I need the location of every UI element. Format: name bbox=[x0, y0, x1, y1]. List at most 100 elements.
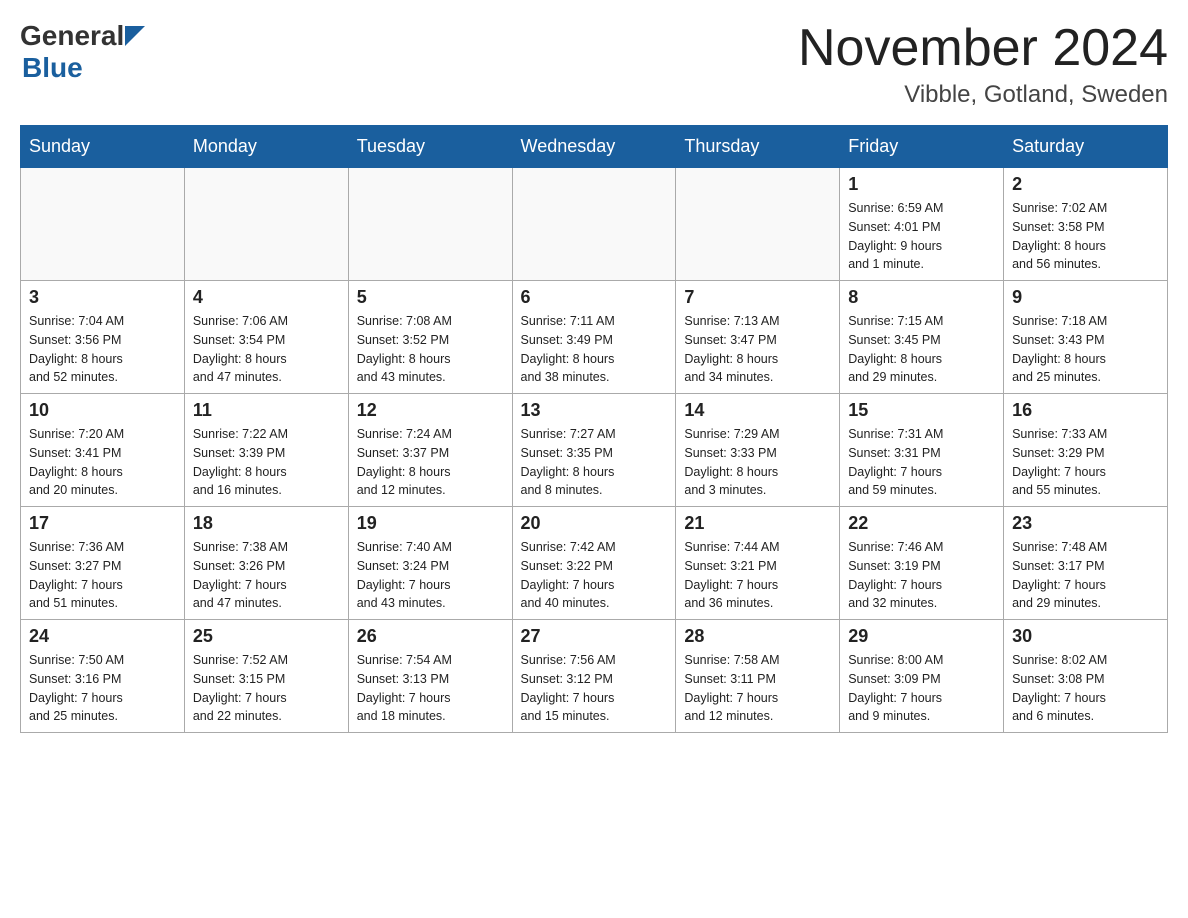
day-number: 13 bbox=[521, 400, 668, 421]
calendar-day-cell: 24 Sunrise: 7:50 AMSunset: 3:16 PMDayligh… bbox=[21, 620, 185, 733]
day-info: Sunrise: 7:08 AMSunset: 3:52 PMDaylight:… bbox=[357, 312, 504, 387]
day-of-week-header: Wednesday bbox=[512, 126, 676, 168]
day-number: 15 bbox=[848, 400, 995, 421]
calendar-day-cell: 14 Sunrise: 7:29 AMSunset: 3:33 PMDayligh… bbox=[676, 394, 840, 507]
calendar-day-cell: 2 Sunrise: 7:02 AMSunset: 3:58 PMDaylight… bbox=[1004, 168, 1168, 281]
location-subtitle: Vibble, Gotland, Sweden bbox=[798, 81, 1168, 109]
day-info: Sunrise: 7:22 AMSunset: 3:39 PMDaylight:… bbox=[193, 425, 340, 500]
calendar-day-cell bbox=[184, 168, 348, 281]
day-of-week-header: Friday bbox=[840, 126, 1004, 168]
day-info: Sunrise: 7:06 AMSunset: 3:54 PMDaylight:… bbox=[193, 312, 340, 387]
day-number: 10 bbox=[29, 400, 176, 421]
day-number: 28 bbox=[684, 626, 831, 647]
logo: General bbox=[20, 20, 146, 52]
day-number: 23 bbox=[1012, 513, 1159, 534]
calendar-day-cell: 25 Sunrise: 7:52 AMSunset: 3:15 PMDayligh… bbox=[184, 620, 348, 733]
day-info: Sunrise: 7:04 AMSunset: 3:56 PMDaylight:… bbox=[29, 312, 176, 387]
calendar-day-cell: 18 Sunrise: 7:38 AMSunset: 3:26 PMDayligh… bbox=[184, 507, 348, 620]
calendar-day-cell bbox=[512, 168, 676, 281]
day-number: 1 bbox=[848, 174, 995, 195]
day-of-week-header: Tuesday bbox=[348, 126, 512, 168]
day-number: 18 bbox=[193, 513, 340, 534]
day-of-week-header: Monday bbox=[184, 126, 348, 168]
calendar-day-cell: 4 Sunrise: 7:06 AMSunset: 3:54 PMDaylight… bbox=[184, 281, 348, 394]
day-number: 6 bbox=[521, 287, 668, 308]
day-info: Sunrise: 7:52 AMSunset: 3:15 PMDaylight:… bbox=[193, 651, 340, 726]
calendar-week-row: 1Sunrise: 6:59 AMSunset: 4:01 PMDaylight… bbox=[21, 168, 1168, 281]
day-info: Sunrise: 7:20 AMSunset: 3:41 PMDaylight:… bbox=[29, 425, 176, 500]
calendar-day-cell: 13Sunrise: 7:27 AMSunset: 3:35 PMDayligh… bbox=[512, 394, 676, 507]
calendar-day-cell: 15Sunrise: 7:31 AMSunset: 3:31 PMDayligh… bbox=[840, 394, 1004, 507]
day-info: Sunrise: 7:40 AMSunset: 3:24 PMDaylight:… bbox=[357, 538, 504, 613]
calendar-day-cell bbox=[21, 168, 185, 281]
day-info: Sunrise: 7:18 AMSunset: 3:43 PMDaylight:… bbox=[1012, 312, 1159, 387]
calendar-day-cell: 9Sunrise: 7:18 AMSunset: 3:43 PMDaylight… bbox=[1004, 281, 1168, 394]
title-area: November 2024 Vibble, Gotland, Sweden bbox=[798, 20, 1168, 109]
logo-blue-text: Blue bbox=[22, 52, 83, 83]
calendar-day-cell: 3 Sunrise: 7:04 AMSunset: 3:56 PMDaylight… bbox=[21, 281, 185, 394]
day-number: 5 bbox=[357, 287, 504, 308]
day-number: 30 bbox=[1012, 626, 1159, 647]
calendar-day-cell: 22 Sunrise: 7:46 AMSunset: 3:19 PMDayligh… bbox=[840, 507, 1004, 620]
calendar-day-cell: 5 Sunrise: 7:08 AMSunset: 3:52 PMDaylight… bbox=[348, 281, 512, 394]
day-info: Sunrise: 7:50 AMSunset: 3:16 PMDaylight:… bbox=[29, 651, 176, 726]
calendar-week-row: 24 Sunrise: 7:50 AMSunset: 3:16 PMDayligh… bbox=[21, 620, 1168, 733]
calendar-day-cell: 11Sunrise: 7:22 AMSunset: 3:39 PMDayligh… bbox=[184, 394, 348, 507]
day-number: 8 bbox=[848, 287, 995, 308]
calendar-day-cell bbox=[676, 168, 840, 281]
calendar-day-cell: 8 Sunrise: 7:15 AMSunset: 3:45 PMDaylight… bbox=[840, 281, 1004, 394]
day-info: Sunrise: 7:58 AMSunset: 3:11 PMDaylight:… bbox=[684, 651, 831, 726]
calendar-day-cell: 6 Sunrise: 7:11 AMSunset: 3:49 PMDaylight… bbox=[512, 281, 676, 394]
day-info: Sunrise: 7:46 AMSunset: 3:19 PMDaylight:… bbox=[848, 538, 995, 613]
day-of-week-header: Sunday bbox=[21, 126, 185, 168]
calendar-day-cell: 16 Sunrise: 7:33 AMSunset: 3:29 PMDayligh… bbox=[1004, 394, 1168, 507]
calendar-day-cell: 10 Sunrise: 7:20 AMSunset: 3:41 PMDayligh… bbox=[21, 394, 185, 507]
day-info: Sunrise: 7:44 AMSunset: 3:21 PMDaylight:… bbox=[684, 538, 831, 613]
logo-icon bbox=[125, 26, 145, 46]
day-number: 7 bbox=[684, 287, 831, 308]
day-number: 14 bbox=[684, 400, 831, 421]
calendar-day-cell: 29Sunrise: 8:00 AMSunset: 3:09 PMDayligh… bbox=[840, 620, 1004, 733]
day-info: Sunrise: 7:42 AMSunset: 3:22 PMDaylight:… bbox=[521, 538, 668, 613]
calendar-day-cell: 27Sunrise: 7:56 AMSunset: 3:12 PMDayligh… bbox=[512, 620, 676, 733]
day-number: 16 bbox=[1012, 400, 1159, 421]
day-number: 25 bbox=[193, 626, 340, 647]
day-number: 22 bbox=[848, 513, 995, 534]
day-info: Sunrise: 7:11 AMSunset: 3:49 PMDaylight:… bbox=[521, 312, 668, 387]
month-year-title: November 2024 bbox=[798, 20, 1168, 77]
day-number: 19 bbox=[357, 513, 504, 534]
calendar-day-cell bbox=[348, 168, 512, 281]
day-info: Sunrise: 8:00 AMSunset: 3:09 PMDaylight:… bbox=[848, 651, 995, 726]
day-info: Sunrise: 7:38 AMSunset: 3:26 PMDaylight:… bbox=[193, 538, 340, 613]
calendar-day-cell: 19 Sunrise: 7:40 AMSunset: 3:24 PMDayligh… bbox=[348, 507, 512, 620]
day-number: 27 bbox=[521, 626, 668, 647]
calendar-day-cell: 28 Sunrise: 7:58 AMSunset: 3:11 PMDayligh… bbox=[676, 620, 840, 733]
day-number: 24 bbox=[29, 626, 176, 647]
calendar-day-cell: 1Sunrise: 6:59 AMSunset: 4:01 PMDaylight… bbox=[840, 168, 1004, 281]
day-info: Sunrise: 7:54 AMSunset: 3:13 PMDaylight:… bbox=[357, 651, 504, 726]
day-number: 17 bbox=[29, 513, 176, 534]
calendar-week-row: 17 Sunrise: 7:36 AMSunset: 3:27 PMDayligh… bbox=[21, 507, 1168, 620]
day-of-week-header: Saturday bbox=[1004, 126, 1168, 168]
logo-general-text: General bbox=[20, 20, 124, 52]
page-header: General Blue November 2024 Vibble, Gotla… bbox=[20, 20, 1168, 109]
day-number: 21 bbox=[684, 513, 831, 534]
day-number: 20 bbox=[521, 513, 668, 534]
calendar-day-cell: 30Sunrise: 8:02 AMSunset: 3:08 PMDayligh… bbox=[1004, 620, 1168, 733]
day-info: Sunrise: 7:36 AMSunset: 3:27 PMDaylight:… bbox=[29, 538, 176, 613]
day-info: Sunrise: 7:33 AMSunset: 3:29 PMDaylight:… bbox=[1012, 425, 1159, 500]
calendar-header-row: SundayMondayTuesdayWednesdayThursdayFrid… bbox=[21, 126, 1168, 168]
day-info: Sunrise: 7:02 AMSunset: 3:58 PMDaylight:… bbox=[1012, 199, 1159, 274]
day-of-week-header: Thursday bbox=[676, 126, 840, 168]
day-number: 4 bbox=[193, 287, 340, 308]
day-info: Sunrise: 7:29 AMSunset: 3:33 PMDaylight:… bbox=[684, 425, 831, 500]
calendar-day-cell: 23 Sunrise: 7:48 AMSunset: 3:17 PMDayligh… bbox=[1004, 507, 1168, 620]
calendar-week-row: 3 Sunrise: 7:04 AMSunset: 3:56 PMDaylight… bbox=[21, 281, 1168, 394]
day-info: Sunrise: 7:24 AMSunset: 3:37 PMDaylight:… bbox=[357, 425, 504, 500]
calendar-week-row: 10 Sunrise: 7:20 AMSunset: 3:41 PMDayligh… bbox=[21, 394, 1168, 507]
day-info: Sunrise: 7:48 AMSunset: 3:17 PMDaylight:… bbox=[1012, 538, 1159, 613]
day-info: Sunrise: 7:15 AMSunset: 3:45 PMDaylight:… bbox=[848, 312, 995, 387]
calendar-day-cell: 21 Sunrise: 7:44 AMSunset: 3:21 PMDayligh… bbox=[676, 507, 840, 620]
day-number: 2 bbox=[1012, 174, 1159, 195]
day-number: 3 bbox=[29, 287, 176, 308]
